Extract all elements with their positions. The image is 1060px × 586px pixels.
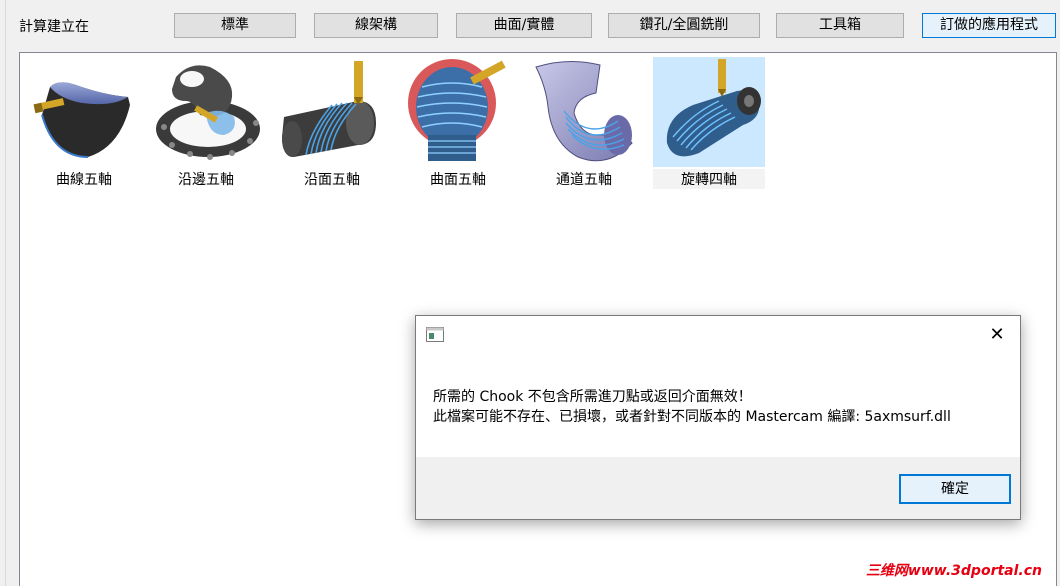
compute-based-on-label: 計算建立在 (19, 19, 89, 35)
site-watermark: 三维网www.3dportal.cn (865, 563, 1042, 579)
tab-standard[interactable]: 標準 (174, 13, 296, 38)
tool-label-port-5axis: 通道五軸 (556, 172, 612, 188)
tab-custom-apps[interactable]: 訂做的應用程式 (922, 13, 1056, 38)
dialog-message-line-2: 此檔案可能不存在、已損壞，或者針對不同版本的 Mastercam 編譯: 5ax… (433, 409, 951, 425)
tool-item-rotary-4axis[interactable]: 旋轉四軸 (653, 57, 765, 189)
tool-label-swarf-5axis: 沿邊五軸 (178, 172, 234, 188)
dialog-footer: 確定 (416, 457, 1020, 519)
tab-wireframe[interactable]: 線架構 (314, 13, 438, 38)
rotary-4axis-icon (653, 57, 765, 167)
tool-item-flowline-5axis[interactable]: 沿面五軸 (276, 57, 388, 189)
multisurface-5axis-icon (408, 59, 506, 161)
tab-toolbox[interactable]: 工具箱 (776, 13, 904, 38)
dialog-message-line-1: 所需的 Chook 不包含所需進刀點或返回介面無效！ (433, 389, 752, 405)
tool-label-multisurface-5axis: 曲面五軸 (430, 172, 486, 188)
window-left-edge (0, 0, 6, 586)
tool-label-rotary-4axis: 旋轉四軸 (653, 169, 765, 189)
dialog-message: 所需的 Chook 不包含所需進刀點或返回介面無效！ 此檔案可能不存在、已損壞，… (433, 387, 951, 427)
tool-label-flowline-5axis: 沿面五軸 (304, 172, 360, 188)
curve-5axis-icon (33, 82, 130, 158)
close-icon[interactable]: ✕ (980, 320, 1014, 350)
application-icon (426, 327, 444, 342)
swarf-5axis-icon (156, 65, 260, 160)
toolbar: 計算建立在 標準 線架構 曲面/實體 鑽孔/全圓銑削 工具箱 訂做的應用程式 (0, 0, 1060, 52)
tab-surface-solid[interactable]: 曲面/實體 (456, 13, 592, 38)
tool-item-curve-5axis[interactable]: 曲線五軸 (28, 57, 140, 189)
tool-item-port-5axis[interactable]: 通道五軸 (528, 57, 640, 189)
tool-item-multisurface-5axis[interactable]: 曲面五軸 (402, 57, 514, 189)
tool-item-swarf-5axis[interactable]: 沿邊五軸 (150, 57, 262, 189)
port-5axis-icon (535, 60, 633, 162)
flowline-5axis-icon (282, 61, 376, 157)
ok-button[interactable]: 確定 (899, 474, 1011, 504)
tab-drill-circmill[interactable]: 鑽孔/全圓銑削 (608, 13, 760, 38)
tool-label-curve-5axis: 曲線五軸 (56, 172, 112, 188)
error-dialog: ✕ 所需的 Chook 不包含所需進刀點或返回介面無效！ 此檔案可能不存在、已損… (415, 315, 1021, 520)
